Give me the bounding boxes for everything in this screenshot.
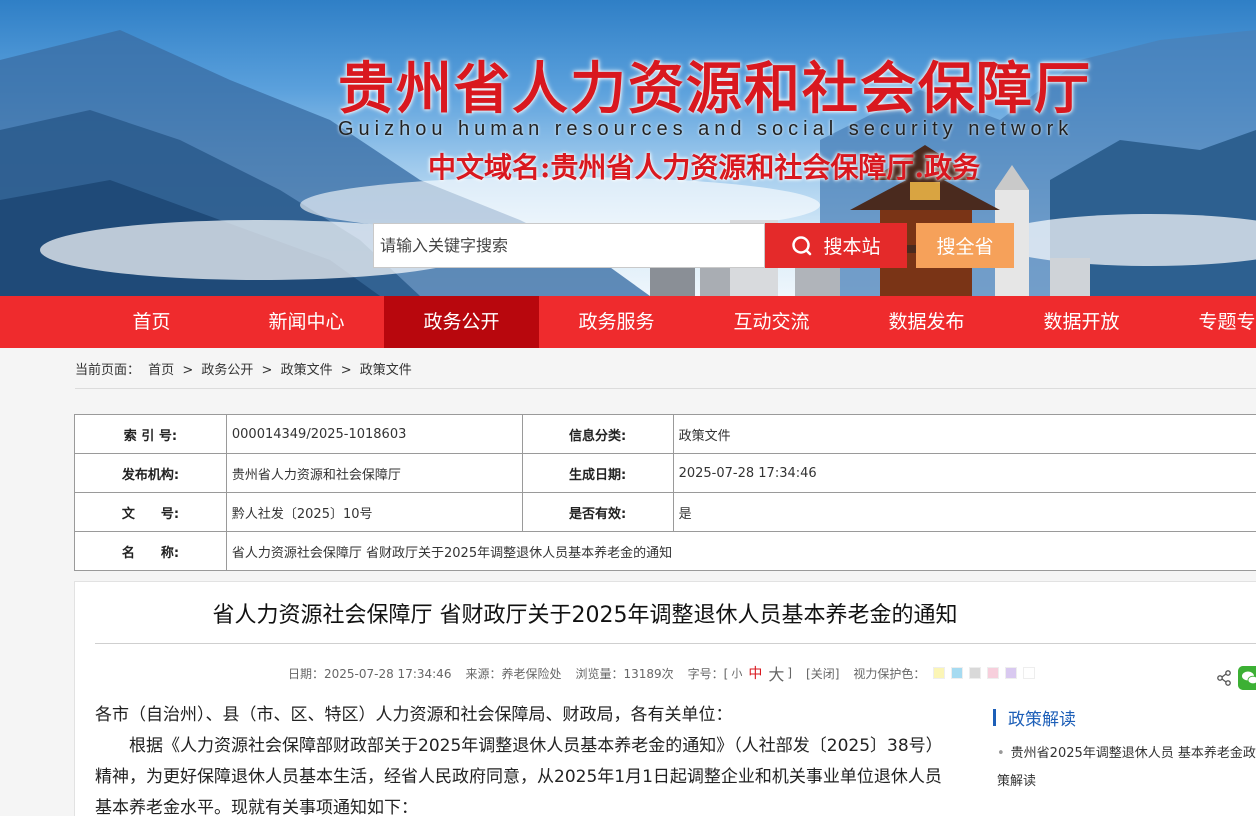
nav-item-gov-services[interactable]: 政务服务 [539,296,694,348]
name-value: 省人力资源社会保障厅 省财政厅关于2025年调整退休人员基本养老金的通知 [225,531,1256,571]
policy-interpretation-heading: 政策解读 [993,705,1076,730]
name-label: 名 称: [74,531,227,571]
category-value: 政策文件 [672,414,1256,454]
index-label: 索 引 号: [74,414,227,454]
docno-label: 文 号: [74,492,227,532]
policy-interpretation-title: 政策解读 [1008,710,1076,730]
date-value: 2025-07-28 17:34:46 [672,453,1256,493]
font-size-close-bracket: ] [787,666,793,680]
breadcrumb-gov-affairs[interactable]: 政务公开 [201,363,253,378]
site-title: 贵州省人力资源和社会保障厅 [338,57,1092,122]
date-label: 生成日期: [521,453,674,493]
eye-care-swatch-purple[interactable] [1005,667,1018,679]
nav-item-data-release[interactable]: 数据发布 [849,296,1004,348]
header-banner: 贵州省人力资源和社会保障厅 Guizhou human resources an… [0,0,1256,296]
heading-accent-bar [993,709,996,726]
breadcrumb-policy-docs[interactable]: 政策文件 [281,363,333,378]
meta-source: 来源：养老保险处 [465,666,562,681]
table-row: 索 引 号: 000014349/2025-1018603 信息分类: 政策文件 [74,414,1256,454]
article-title: 省人力资源社会保障厅 省财政厅关于2025年调整退休人员基本养老金的通知 [212,603,958,628]
search-input[interactable] [373,223,765,268]
search-site-label: 搜本站 [823,236,881,258]
wechat-icon[interactable] [1238,666,1256,690]
index-value: 000014349/2025-1018603 [225,414,523,454]
breadcrumb-divider [75,388,1256,389]
eye-care-label: 视力保护色： [853,666,926,681]
search-icon [792,235,812,255]
article-paragraph: 根据《人力资源社会保障部财政部关于2025年调整退休人员基本养老金的通知》（人社… [95,736,943,816]
nav-item-open-data[interactable]: 数据开放 [1004,296,1159,348]
search-site-button[interactable]: 搜本站 [765,223,907,268]
policy-interpretation-link-text[interactable]: 贵州省2025年调整退休人员 基本养老金政策解读 [997,746,1256,789]
font-size-large[interactable]: 大 [768,661,784,685]
site-domain: 中文域名:贵州省人力资源和社会保障厅.政务 [428,151,981,184]
main-nav: 首页 新闻中心 政务公开 政务服务 互动交流 数据发布 数据开放 专题专栏 [0,296,1256,348]
nav-item-news[interactable]: 新闻中心 [229,296,384,348]
breadcrumb-sep: > [340,363,352,378]
article-meta: 日期：2025-07-28 17:34:46 来源：养老保险处 浏览量：1318… [288,661,1041,685]
breadcrumb-sep: > [261,363,273,378]
meta-date: 日期：2025-07-28 17:34:46 [288,666,452,681]
table-row: 文 号: 黔人社发〔2025〕10号 是否有效: 是 [74,492,1256,532]
publisher-value: 贵州省人力资源和社会保障厅 [225,453,523,493]
search-province-button[interactable]: 搜全省 [916,223,1014,268]
article-body: 各市（自治州）、县（市、区、特区）人力资源和社会保障局、财政局，各有关单位： 根… [95,700,945,816]
breadcrumb-label: 当前页面： [75,363,141,378]
breadcrumb-sep: > [182,363,194,378]
breadcrumb-policy-docs-current[interactable]: 政策文件 [360,363,412,378]
nav-item-gov-affairs[interactable]: 政务公开 [384,296,539,348]
eye-care-swatch-white[interactable] [1023,667,1036,679]
publisher-label: 发布机构: [74,453,227,493]
nav-item-home[interactable]: 首页 [74,296,229,348]
table-row: 名 称: 省人力资源社会保障厅 省财政厅关于2025年调整退休人员基本养老金的通… [74,531,1256,571]
article-salutation: 各市（自治州）、县（市、区、特区）人力资源和社会保障局、财政局，各有关单位： [95,705,733,725]
document-info-table: 索 引 号: 000014349/2025-1018603 信息分类: 政策文件… [74,414,1256,571]
font-size-label: 字号：[ [687,666,729,681]
valid-label: 是否有效: [521,492,674,532]
docno-value: 黔人社发〔2025〕10号 [225,492,523,532]
nav-item-topics[interactable]: 专题专栏 [1159,296,1256,348]
breadcrumb: 当前页面： 首页 > 政务公开 > 政策文件 > 政策文件 [75,359,416,378]
breadcrumb-home[interactable]: 首页 [148,363,174,378]
policy-interpretation-link[interactable]: • 贵州省2025年调整退休人员 基本养老金政策解读 [997,740,1256,796]
site-subtitle: Guizhou human resources and social secur… [338,118,1074,140]
font-size-medium[interactable]: 中 [748,663,762,683]
meta-views: 浏览量：13189次 [575,666,674,681]
close-page-link[interactable]: [关闭] [806,665,839,682]
category-label: 信息分类: [521,414,674,454]
article-title-divider [95,643,1256,644]
valid-value: 是 [672,492,1256,532]
eye-care-swatch-blue[interactable] [951,667,964,679]
share-icon[interactable] [1216,670,1232,686]
font-size-small[interactable]: 小 [731,665,742,681]
eye-care-swatch-yellow[interactable] [933,667,946,679]
eye-care-swatch-pink[interactable] [987,667,1000,679]
nav-item-interaction[interactable]: 互动交流 [694,296,849,348]
table-row: 发布机构: 贵州省人力资源和社会保障厅 生成日期: 2025-07-28 17:… [74,453,1256,493]
eye-care-swatch-gray[interactable] [969,667,982,679]
bullet-icon: • [997,746,1005,761]
